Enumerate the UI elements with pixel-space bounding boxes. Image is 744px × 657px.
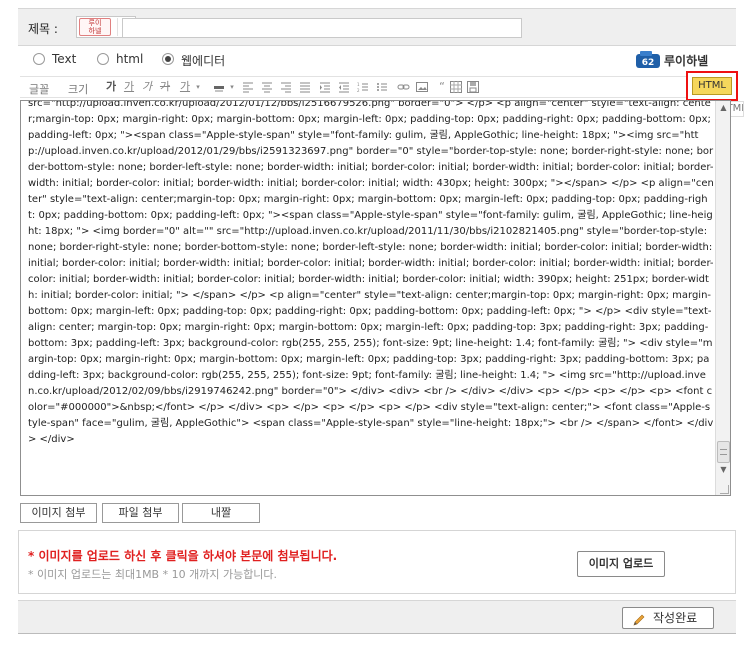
- footer-bar: 작성완료: [18, 600, 736, 634]
- strikethrough-icon[interactable]: 가: [159, 81, 171, 93]
- indent-icon[interactable]: [319, 81, 331, 93]
- mode-label-html: html: [116, 52, 144, 66]
- scroll-thumb[interactable]: [717, 441, 730, 463]
- html-toggle-highlight: HTML: [686, 71, 738, 101]
- ordered-list-icon[interactable]: 12: [357, 81, 369, 93]
- table-icon[interactable]: [450, 81, 462, 93]
- file-attach-button[interactable]: 파일 첨부: [102, 503, 179, 523]
- emoticon-badge: 루이 하넬: [79, 18, 111, 36]
- bold-icon[interactable]: 가: [105, 81, 117, 93]
- editor-toolbar: 글꼴 크기 가 가 가 가 가 ▾ ▾ 12 “: [20, 76, 736, 98]
- mode-label-web-editor: 웹에디터: [181, 54, 226, 68]
- scrap-button[interactable]: 내짤: [182, 503, 260, 523]
- scroll-up-icon[interactable]: ▲: [717, 101, 730, 114]
- outdent-icon[interactable]: [338, 81, 350, 93]
- submit-label: 작성완료: [653, 611, 698, 625]
- html-source-text[interactable]: src="http://upload.inven.co.kr/upload/20…: [28, 101, 714, 448]
- align-justify-icon[interactable]: [299, 81, 311, 93]
- italic-icon[interactable]: 가: [141, 81, 153, 93]
- align-left-icon[interactable]: [242, 81, 254, 93]
- background-color-icon[interactable]: [213, 81, 225, 93]
- title-input[interactable]: [122, 18, 522, 38]
- align-center-icon[interactable]: [261, 81, 273, 93]
- radio-text[interactable]: [33, 53, 45, 65]
- align-right-icon[interactable]: [280, 81, 292, 93]
- text-color-dropdown-icon[interactable]: ▾: [192, 81, 204, 93]
- save-icon[interactable]: [467, 81, 479, 93]
- mode-label-text: Text: [52, 52, 77, 66]
- upload-limit: * 이미지 업로드는 최대1MB * 10 개까지 가능합니다.: [28, 568, 278, 581]
- font-family-select[interactable]: 글꼴: [29, 81, 49, 97]
- site-badge-icon: 62: [636, 51, 660, 69]
- upload-notice: * 이미지를 업로드 하신 후 클릭을 하셔야 본문에 첨부됩니다.: [28, 549, 338, 563]
- html-source-editor[interactable]: src="http://upload.inven.co.kr/upload/20…: [20, 100, 731, 496]
- unordered-list-icon[interactable]: [376, 81, 388, 93]
- submit-button[interactable]: 작성완료: [622, 607, 714, 629]
- background-color-dropdown-icon[interactable]: ▾: [226, 81, 238, 93]
- scroll-grip-icon: [720, 449, 727, 455]
- editor-scrollbar[interactable]: ▲ ▼: [715, 101, 730, 495]
- site-name: 루이하넬: [664, 54, 709, 68]
- title-label: 제목 :: [28, 22, 58, 36]
- radio-web-editor[interactable]: [162, 53, 174, 65]
- scroll-down-icon[interactable]: ▼: [717, 463, 730, 476]
- resize-grip-icon[interactable]: [720, 485, 729, 494]
- image-upload-button[interactable]: 이미지 업로드: [577, 551, 665, 577]
- site-badge-number: 62: [642, 58, 655, 68]
- image-attach-button[interactable]: 이미지 첨부: [20, 503, 97, 523]
- pencil-icon: [633, 612, 647, 626]
- upload-panel: * 이미지를 업로드 하신 후 클릭을 하셔야 본문에 첨부됩니다. * 이미지…: [18, 530, 736, 594]
- link-icon[interactable]: [397, 81, 410, 93]
- title-row: 제목 : 루이 하넬 ▼: [18, 8, 736, 46]
- quote-icon[interactable]: “: [436, 81, 448, 93]
- svg-text:1: 1: [357, 82, 360, 87]
- font-size-select[interactable]: 크기: [68, 81, 88, 97]
- svg-text:2: 2: [357, 88, 360, 93]
- radio-html[interactable]: [97, 53, 109, 65]
- text-color-icon[interactable]: 가: [179, 81, 191, 93]
- underline-icon[interactable]: 가: [123, 81, 135, 93]
- html-toggle-button[interactable]: HTML: [692, 77, 732, 95]
- image-icon[interactable]: [416, 81, 428, 93]
